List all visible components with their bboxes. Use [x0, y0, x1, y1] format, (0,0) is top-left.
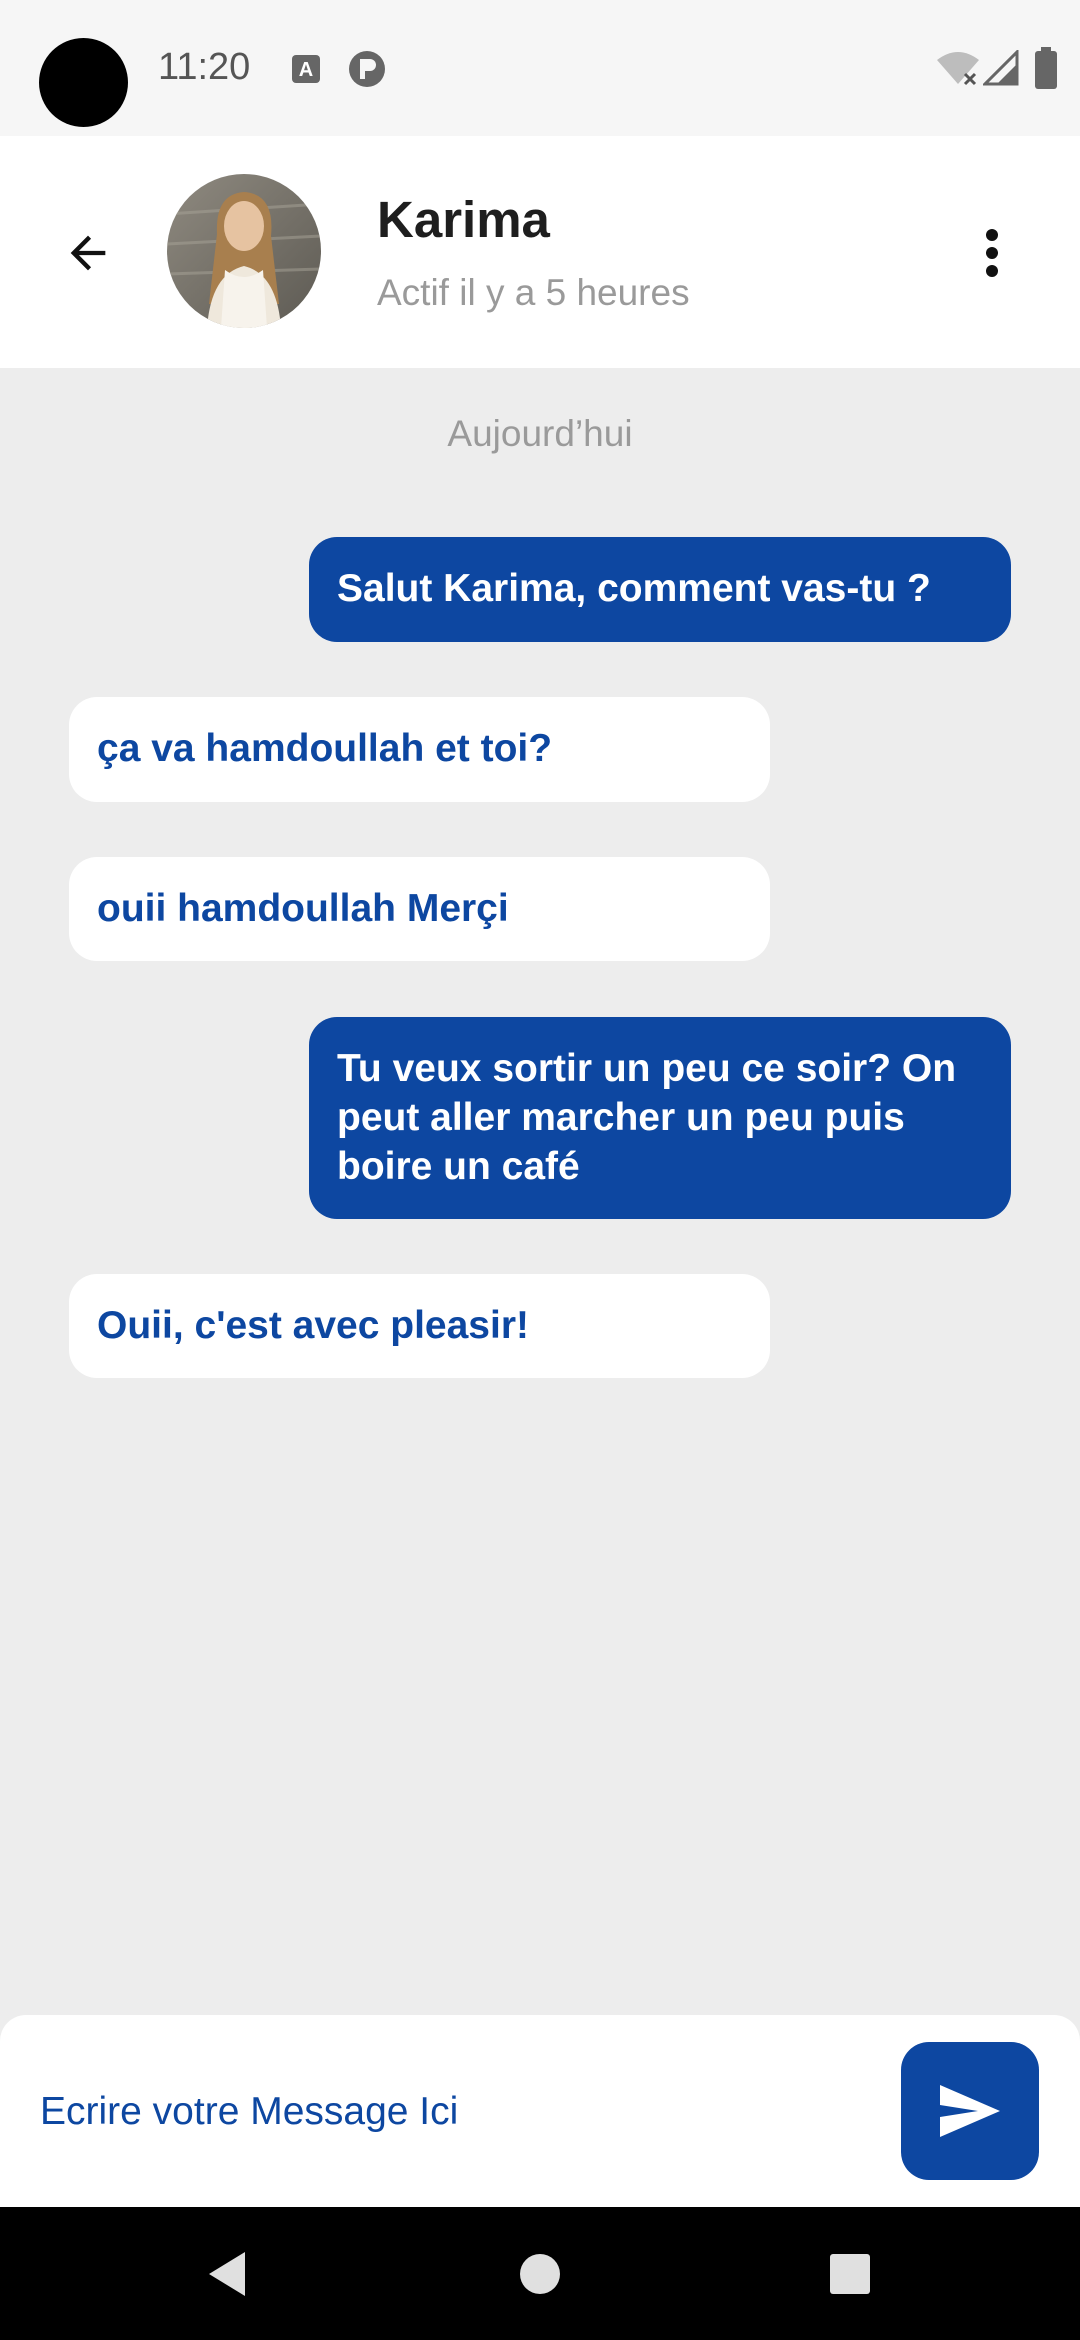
- date-separator: Aujourd’hui: [447, 413, 633, 454]
- battery-icon: [1035, 47, 1057, 89]
- nav-recents-icon: [830, 2254, 870, 2294]
- nav-back-icon: [209, 2252, 245, 2296]
- message-text-line: peut aller marcher un peu puis: [337, 1096, 905, 1139]
- message-input[interactable]: [40, 2082, 860, 2142]
- nav-home-button[interactable]: [506, 2253, 574, 2295]
- message-text: Salut Karima, comment vas-tu ?: [337, 567, 931, 610]
- message-text-line: boire un café: [337, 1145, 580, 1188]
- message-bubble-received[interactable]: Ouii, c'est avec pleasir!: [69, 1274, 770, 1378]
- message-text: Ouii, c'est avec pleasir!: [97, 1304, 529, 1347]
- back-button[interactable]: [50, 215, 126, 291]
- font-notification-icon: A: [292, 55, 320, 83]
- message-bubble-received[interactable]: ouii hamdoullah Merçi: [69, 857, 770, 961]
- signal-icon: [983, 50, 1019, 86]
- chat-header: [0, 136, 1080, 368]
- status-time: 11:20: [158, 46, 251, 88]
- nav-home-icon: [520, 2254, 560, 2294]
- contact-name: Karima: [377, 191, 550, 248]
- svg-text:A: A: [299, 59, 313, 81]
- status-bar: 11:20 A: [0, 0, 1080, 136]
- wifi-off-icon: [937, 52, 979, 86]
- more-options-button[interactable]: [962, 220, 1022, 286]
- camera-cutout: [39, 38, 128, 127]
- message-bubble-sent[interactable]: Tu veux sortir un peu ce soir? On peut a…: [309, 1017, 1011, 1219]
- app-notification-icon: [349, 51, 385, 87]
- contact-photo: [167, 174, 321, 328]
- send-button[interactable]: [901, 2042, 1039, 2180]
- message-bubble-received[interactable]: ça va hamdoullah et toi?: [69, 697, 770, 802]
- contact-status: Actif il y a 5 heures: [377, 272, 690, 313]
- message-text: ouii hamdoullah Merçi: [97, 887, 509, 930]
- message-text: ça va hamdoullah et toi?: [97, 727, 553, 770]
- message-bubble-sent[interactable]: Salut Karima, comment vas-tu ?: [309, 537, 1011, 642]
- avatar[interactable]: [167, 174, 321, 328]
- send-icon: [940, 2085, 1000, 2137]
- arrow-back-icon: [70, 235, 106, 271]
- more-vert-icon: [986, 229, 998, 277]
- message-text-line: Tu veux sortir un peu ce soir? On: [337, 1047, 957, 1090]
- nav-recents-button[interactable]: [826, 2252, 874, 2296]
- nav-back-button[interactable]: [195, 2240, 259, 2308]
